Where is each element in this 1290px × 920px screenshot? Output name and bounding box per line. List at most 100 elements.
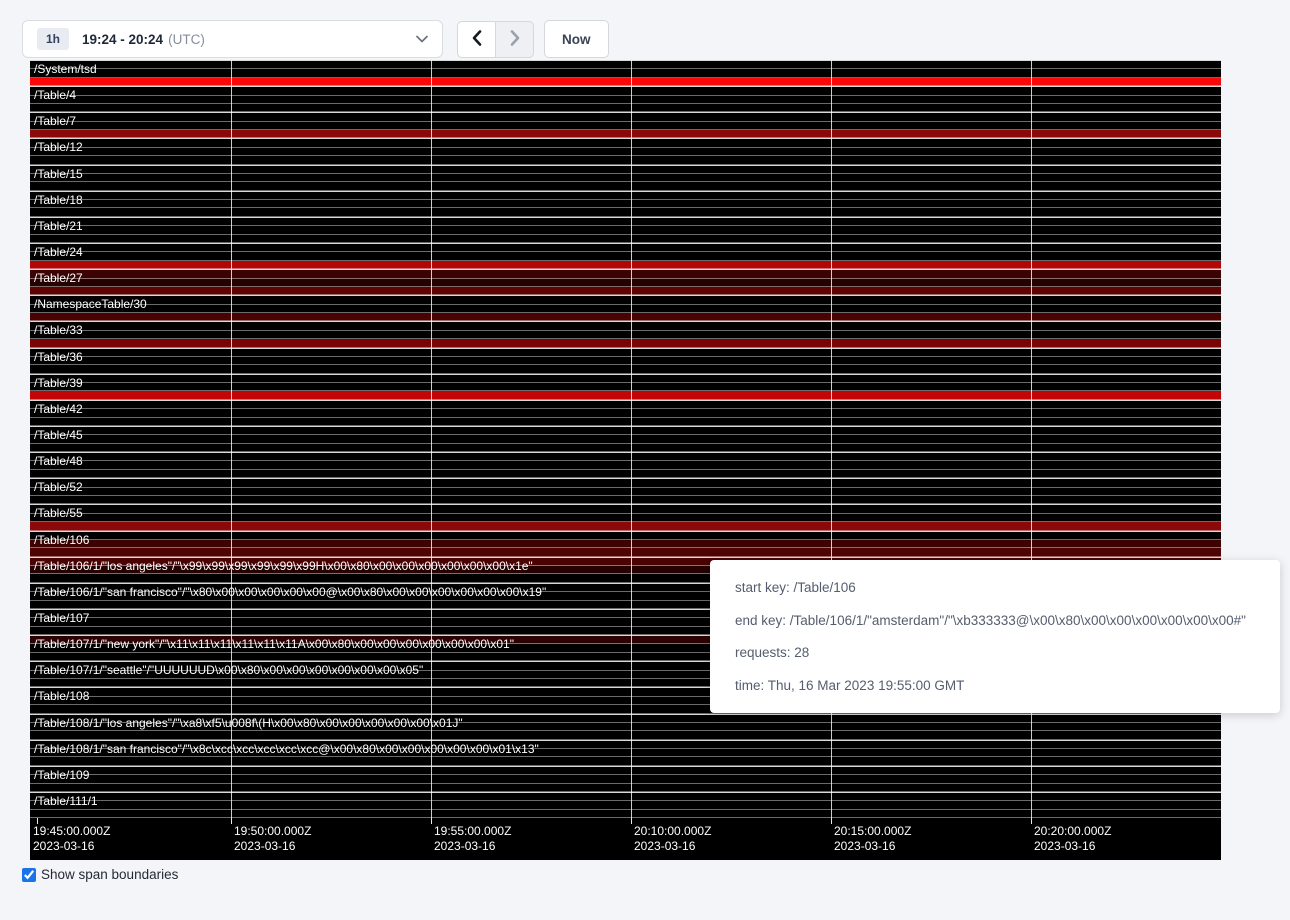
heatmap-cell[interactable]	[30, 715, 1221, 723]
heatmap-cell[interactable]	[30, 365, 1221, 373]
heatmap-cell[interactable]	[30, 784, 1221, 792]
heatmap-cell[interactable]	[30, 418, 1221, 426]
heatmap-cell[interactable]	[30, 78, 1221, 86]
heatmap-cell[interactable]	[30, 435, 1221, 443]
heatmap-cell[interactable]	[30, 226, 1221, 234]
heatmap-cell[interactable]	[30, 391, 1221, 399]
heatmap-row[interactable]: /Table/109	[30, 766, 1221, 792]
heatmap-cell[interactable]	[30, 130, 1221, 138]
heatmap-row[interactable]: /Table/21	[30, 217, 1221, 243]
heatmap-cell[interactable]	[30, 532, 1221, 540]
heatmap-row[interactable]: /Table/36	[30, 348, 1221, 374]
heatmap-cell[interactable]	[30, 522, 1221, 530]
heatmap-cell[interactable]	[30, 505, 1221, 513]
heatmap-cell[interactable]	[30, 801, 1221, 809]
heatmap-cell[interactable]	[30, 96, 1221, 104]
heatmap-cell[interactable]	[30, 757, 1221, 765]
heatmap-row[interactable]: /Table/24	[30, 243, 1221, 269]
heatmap-cell[interactable]	[30, 69, 1221, 77]
heatmap-cell[interactable]	[30, 122, 1221, 130]
heatmap-row[interactable]: /Table/111/1	[30, 792, 1221, 818]
heatmap-row[interactable]: /Table/12	[30, 138, 1221, 164]
heatmap-cell[interactable]	[30, 793, 1221, 801]
heatmap-cell[interactable]	[30, 470, 1221, 478]
heatmap-cell[interactable]	[30, 444, 1221, 452]
heatmap-row[interactable]: /Table/27	[30, 269, 1221, 295]
heatmap-cell[interactable]	[30, 540, 1221, 548]
heatmap-cell[interactable]	[30, 104, 1221, 112]
heatmap-row[interactable]: /Table/55	[30, 504, 1221, 530]
heatmap-cell[interactable]	[30, 87, 1221, 95]
heatmap-cell[interactable]	[30, 305, 1221, 313]
heatmap-cell[interactable]	[30, 453, 1221, 461]
heatmap-cell[interactable]	[30, 261, 1221, 269]
heatmap-cell[interactable]	[30, 349, 1221, 357]
heatmap-row[interactable]: /Table/15	[30, 165, 1221, 191]
heatmap-cell[interactable]	[30, 409, 1221, 417]
heatmap-row[interactable]: /Table/42	[30, 400, 1221, 426]
heatmap-cell[interactable]	[30, 156, 1221, 164]
key-visualizer-canvas[interactable]: /System/tsd/Table/4/Table/7/Table/12/Tab…	[30, 60, 1221, 860]
heatmap-cell[interactable]	[30, 357, 1221, 365]
prev-range-button[interactable]	[457, 21, 496, 58]
heatmap-row[interactable]: /Table/106	[30, 531, 1221, 557]
heatmap-cell[interactable]	[30, 810, 1221, 818]
heatmap-row[interactable]: /Table/7	[30, 112, 1221, 138]
heatmap-cell[interactable]	[30, 479, 1221, 487]
heatmap-cell[interactable]	[30, 461, 1221, 469]
heatmap-row[interactable]: /Table/4	[30, 86, 1221, 112]
now-button[interactable]: Now	[544, 20, 609, 58]
toolbar: 1h 19:24 - 20:24 (UTC) Now	[22, 20, 1290, 58]
heatmap-cell[interactable]	[30, 375, 1221, 383]
heatmap-row[interactable]: /Table/52	[30, 478, 1221, 504]
heatmap-cell[interactable]	[30, 113, 1221, 121]
heatmap-cell[interactable]	[30, 496, 1221, 504]
heatmap-cell[interactable]	[30, 731, 1221, 739]
heatmap-cell[interactable]	[30, 488, 1221, 496]
heatmap-cell[interactable]	[30, 313, 1221, 321]
heatmap-row[interactable]: /NamespaceTable/30	[30, 295, 1221, 321]
heatmap-cell[interactable]	[30, 61, 1221, 69]
heatmap-cell[interactable]	[30, 174, 1221, 182]
axis-date-label: 2023-03-16	[834, 839, 911, 854]
heatmap-row[interactable]: /System/tsd	[30, 60, 1221, 86]
heatmap-cell[interactable]	[30, 723, 1221, 731]
heatmap-cell[interactable]	[30, 548, 1221, 556]
heatmap-cell[interactable]	[30, 427, 1221, 435]
next-range-button[interactable]	[495, 21, 534, 58]
time-range-selector[interactable]: 1h 19:24 - 20:24 (UTC)	[22, 20, 443, 58]
heatmap-cell[interactable]	[30, 208, 1221, 216]
heatmap-cell[interactable]	[30, 270, 1221, 278]
heatmap-row[interactable]: /Table/39	[30, 374, 1221, 400]
heatmap-cell[interactable]	[30, 139, 1221, 147]
heatmap-cell[interactable]	[30, 148, 1221, 156]
heatmap-cell[interactable]	[30, 339, 1221, 347]
heatmap-row[interactable]: /Table/18	[30, 191, 1221, 217]
heatmap-cell[interactable]	[30, 218, 1221, 226]
heatmap-cell[interactable]	[30, 331, 1221, 339]
heatmap-cell[interactable]	[30, 296, 1221, 304]
heatmap-cell[interactable]	[30, 401, 1221, 409]
heatmap-cell[interactable]	[30, 200, 1221, 208]
heatmap-row[interactable]: /Table/108/1/"los angeles"/"\xa8\xf5\u00…	[30, 714, 1221, 740]
heatmap-cell[interactable]	[30, 287, 1221, 295]
heatmap-cell[interactable]	[30, 166, 1221, 174]
heatmap-cell[interactable]	[30, 383, 1221, 391]
heatmap-cell[interactable]	[30, 235, 1221, 243]
heatmap-cell[interactable]	[30, 767, 1221, 775]
heatmap-cell[interactable]	[30, 192, 1221, 200]
heatmap-row[interactable]: /Table/33	[30, 321, 1221, 347]
heatmap-row[interactable]: /Table/48	[30, 452, 1221, 478]
heatmap-cell[interactable]	[30, 279, 1221, 287]
heatmap-row[interactable]: /Table/45	[30, 426, 1221, 452]
heatmap-cell[interactable]	[30, 514, 1221, 522]
heatmap-cell[interactable]	[30, 775, 1221, 783]
heatmap-cell[interactable]	[30, 182, 1221, 190]
heatmap-cell[interactable]	[30, 749, 1221, 757]
show-span-boundaries-checkbox[interactable]	[22, 868, 36, 882]
heatmap-cell[interactable]	[30, 252, 1221, 260]
heatmap-row[interactable]: /Table/108/1/"san francisco"/"\x8c\xcc\x…	[30, 740, 1221, 766]
heatmap-cell[interactable]	[30, 741, 1221, 749]
heatmap-cell[interactable]	[30, 322, 1221, 330]
heatmap-cell[interactable]	[30, 244, 1221, 252]
